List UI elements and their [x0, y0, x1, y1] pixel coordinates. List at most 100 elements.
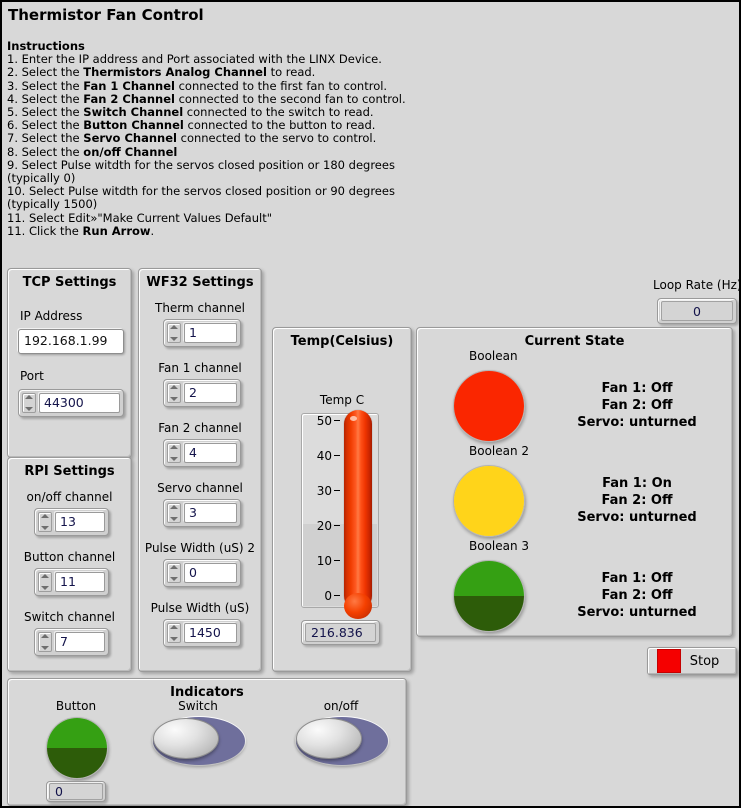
state-led [453, 560, 525, 632]
wf32-servo-channel-label: Servo channel [157, 481, 243, 495]
rpi-on-off-channel-value[interactable]: 13 [55, 512, 105, 532]
wf32-fan-1-channel-label: Fan 1 channel [158, 361, 242, 375]
loop-rate-label: Loop Rate (Hz) [653, 278, 741, 292]
wf32-fan-1-channel-spinner-icon[interactable] [167, 383, 181, 403]
ip-address-label: IP Address [20, 309, 83, 323]
instruction-line: 9. Select Pulse witdth for the servos cl… [7, 157, 395, 186]
rpi-on-off-channel-spinner-icon[interactable] [38, 512, 52, 532]
wf32-settings-title: WF32 Settings [146, 275, 254, 290]
state-text-line: Servo: unturned [577, 415, 697, 430]
wf32-pulse-width-us-2-value[interactable]: 0 [184, 563, 237, 583]
wf32-pulse-width-us-2-spinner-icon[interactable] [167, 563, 181, 583]
button-value-display: 0 [46, 781, 106, 802]
slide-switch[interactable] [296, 717, 388, 765]
wf32-fan-2-channel-value[interactable]: 4 [184, 443, 237, 463]
wf32-fan-1-channel-value[interactable]: 2 [184, 383, 237, 403]
state-led-label: Boolean 2 [469, 444, 530, 458]
state-text-line: Fan 2: Off [601, 588, 673, 603]
current-state-title: Current State [524, 334, 625, 349]
instruction-line: 10. Select Pulse witdth for the servos c… [7, 184, 395, 212]
wf32-pulse-width-us-2-stepper[interactable]: 0 [163, 559, 241, 587]
wf32-therm-channel-spinner-icon[interactable] [167, 323, 181, 343]
rpi-button-channel-value[interactable]: 11 [55, 572, 105, 592]
current-state-panel: Current State Boolean Fan 1: Off Fan 2: Of… [416, 327, 733, 637]
wf32-servo-channel-spinner-icon[interactable] [167, 503, 181, 523]
state-text: Fan 1: Off Fan 2: Off Servo: unturned [547, 570, 727, 621]
stop-button-label: Stop [689, 653, 720, 669]
temperature-value: 216.836 [305, 623, 376, 642]
thermometer-tick: 30 [317, 484, 340, 498]
instruction-line: 3. Select the Fan 1 Channel connected to… [7, 78, 388, 93]
thermometer-tick: 50 [317, 414, 340, 428]
mercury-highlight [350, 416, 357, 421]
port-spinner-icon[interactable] [22, 393, 36, 413]
state-text: Fan 1: Off Fan 2: Off Servo: unturned [547, 380, 727, 431]
loop-rate-value: 0 [661, 301, 733, 321]
temperature-panel: Temp(Celsius) Temp C 50 40 30 20 10 0 216.836 [272, 327, 412, 672]
thermometer-gauge: 50 40 30 20 10 0 [301, 410, 379, 619]
instruction-line: 11. Select Edit»"Make Current Values Def… [7, 210, 273, 225]
state-led-label: Boolean 3 [469, 539, 530, 553]
wf32-therm-channel-value[interactable]: 1 [184, 323, 237, 343]
rpi-switch-channel-spinner-icon[interactable] [38, 632, 52, 652]
button-value: 0 [49, 783, 103, 800]
rpi-button-channel-label: Button channel [23, 550, 116, 564]
state-text-line: Fan 1: Off [601, 571, 673, 586]
wf32-pulse-width-us--label: Pulse Width (uS) [150, 601, 250, 615]
stop-button[interactable]: Stop [647, 647, 737, 675]
thermometer-tick: 0 [324, 589, 340, 603]
application-window: Thermistor Fan Control Instructions 1. E… [0, 0, 741, 808]
loop-rate-display: 0 [657, 298, 737, 324]
rpi-settings-panel: RPI Settings on/off channel 13 Button chan… [7, 457, 132, 672]
page-title: Thermistor Fan Control [8, 6, 204, 24]
wf32-pulse-width-us--value[interactable]: 1450 [184, 623, 237, 643]
rpi-settings-title: RPI Settings [24, 464, 115, 479]
rpi-on-off-channel-label: on/off channel [26, 490, 113, 504]
switch-label: on/off [323, 699, 359, 713]
switch-label: Switch [178, 699, 218, 713]
port-stepper[interactable]: 44300 [18, 389, 124, 417]
port-label: Port [20, 369, 44, 383]
instruction-line: 8. Select the on/off Channel [7, 144, 178, 159]
instruction-line: 11. Click the Run Arrow. [7, 223, 155, 238]
state-text-line: Servo: unturned [577, 510, 697, 525]
instructions-block: Instructions 1. Enter the IP address and… [7, 39, 447, 238]
state-led [453, 465, 525, 537]
port-value[interactable]: 44300 [39, 393, 120, 413]
button-led [46, 717, 108, 779]
wf32-fan-2-channel-stepper[interactable]: 4 [163, 439, 241, 467]
temperature-value-display: 216.836 [301, 620, 380, 645]
wf32-servo-channel-value[interactable]: 3 [184, 503, 237, 523]
state-text-line: Fan 2: Off [601, 493, 673, 508]
indicators-title: Indicators [170, 685, 244, 700]
thermometer-tick: 40 [317, 449, 340, 463]
wf32-servo-channel-stepper[interactable]: 3 [163, 499, 241, 527]
rpi-switch-channel-label: Switch channel [24, 610, 115, 624]
state-led-label: Boolean [469, 349, 518, 363]
rpi-switch-channel-value[interactable]: 7 [55, 632, 105, 652]
wf32-settings-panel: WF32 Settings Therm channel 1 Fan 1 channe… [138, 268, 262, 672]
state-text-line: Fan 1: On [602, 476, 672, 491]
wf32-therm-channel-stepper[interactable]: 1 [163, 319, 241, 347]
rpi-button-channel-spinner-icon[interactable] [38, 572, 52, 592]
rpi-on-off-channel-stepper[interactable]: 13 [34, 508, 109, 536]
state-text: Fan 1: On Fan 2: Off Servo: unturned [547, 475, 727, 526]
thermometer-mercury [344, 410, 372, 619]
mercury-bulb [344, 593, 372, 619]
wf32-pulse-width-us-2-label: Pulse Width (uS) 2 [144, 541, 256, 555]
wf32-therm-channel-label: Therm channel [154, 301, 246, 315]
tcp-settings-panel: TCP Settings IP Address 192.168.1.99 Por… [7, 268, 132, 458]
rpi-switch-channel-stepper[interactable]: 7 [34, 628, 109, 656]
thermometer-tick: 20 [317, 519, 340, 533]
button-indicator-label: Button [55, 699, 97, 713]
state-text-line: Fan 2: Off [601, 398, 673, 413]
wf32-pulse-width-us--stepper[interactable]: 1450 [163, 619, 241, 647]
state-text-line: Fan 1: Off [601, 381, 673, 396]
wf32-fan-1-channel-stepper[interactable]: 2 [163, 379, 241, 407]
state-led [453, 370, 525, 442]
wf32-pulse-width-us--spinner-icon[interactable] [167, 623, 181, 643]
wf32-fan-2-channel-spinner-icon[interactable] [167, 443, 181, 463]
rpi-button-channel-stepper[interactable]: 11 [34, 568, 109, 596]
slide-switch[interactable] [153, 717, 245, 765]
ip-address-input[interactable]: 192.168.1.99 [18, 329, 124, 354]
